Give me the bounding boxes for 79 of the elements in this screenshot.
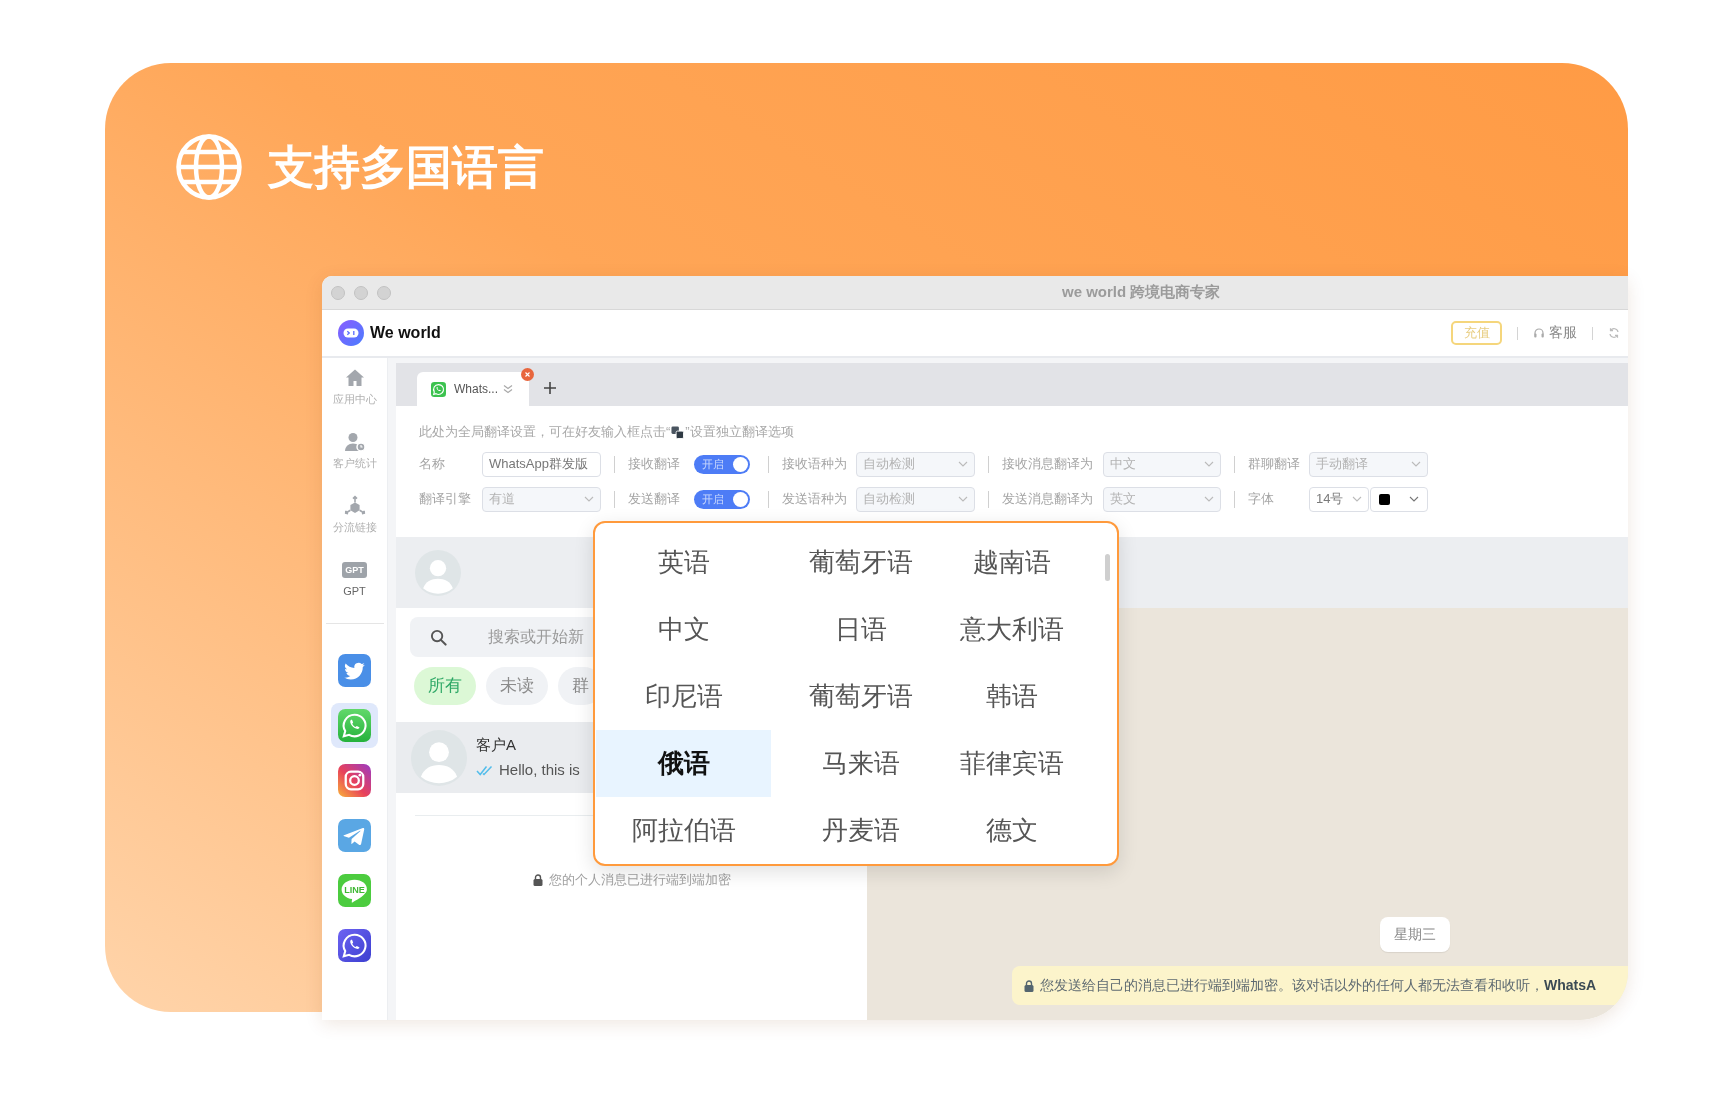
setting-label: 发送翻译 — [628, 490, 680, 508]
language-option[interactable]: 葡萄牙语 — [771, 529, 951, 596]
toggle-switch[interactable]: 开启 — [694, 454, 750, 474]
logo-icon — [338, 320, 364, 346]
lock-icon — [532, 874, 543, 886]
refresh-icon[interactable] — [1608, 327, 1620, 339]
language-option[interactable]: 菲律宾语 — [951, 730, 1073, 797]
language-option[interactable]: 英语 — [596, 529, 771, 596]
chevron-down-icon — [1204, 461, 1214, 467]
setting-label: 字体 — [1248, 490, 1274, 508]
name-input[interactable]: WhatsApp群发版 — [482, 451, 601, 477]
chevron-down-icon — [1409, 496, 1419, 502]
app-name: We world — [370, 324, 441, 342]
chevron-down-icon — [1204, 496, 1214, 502]
chevron-down-icon — [1352, 496, 1362, 502]
phone-chat-icon — [338, 709, 371, 742]
language-option[interactable]: 意大利语 — [951, 596, 1073, 663]
app-button[interactable]: LINE — [331, 868, 378, 913]
color-select[interactable] — [1370, 486, 1428, 512]
language-option[interactable]: 德文 — [951, 797, 1073, 864]
double-chevron-icon[interactable] — [502, 383, 514, 395]
person-icon — [343, 431, 366, 453]
toggle-switch[interactable]: 开启 — [694, 489, 750, 509]
window-button-icon[interactable] — [377, 285, 391, 300]
support-link[interactable]: 客服 — [1533, 324, 1577, 342]
window-title: we world 跨境电商专家 — [1062, 283, 1221, 302]
search-icon — [430, 628, 447, 646]
chat-bubble-icon: LINE — [338, 874, 371, 907]
gpt-icon: GPT — [342, 562, 367, 578]
encryption-note: 您的个人消息已进行端到端加密 — [548, 871, 731, 889]
filter-chip[interactable]: 所有 — [414, 667, 476, 705]
setting-label: 接收翻译 — [628, 455, 680, 473]
paper-plane-icon — [338, 819, 371, 852]
select-field[interactable]: 14号 — [1309, 486, 1369, 512]
node-arrows-icon — [343, 495, 366, 517]
window-button-icon[interactable] — [354, 285, 368, 300]
setting-label: 发送消息翻译为 — [1002, 490, 1093, 508]
hint-text: 此处为全局翻译设置，可在好友输入框点击“ — [419, 423, 671, 441]
phone-chat-icon — [431, 381, 446, 397]
close-icon[interactable] — [521, 368, 534, 381]
setting-label: 名称 — [419, 455, 445, 473]
bird-icon — [338, 654, 371, 687]
language-option[interactable]: 丹麦语 — [771, 797, 951, 864]
message-preview: Hello, this is — [499, 760, 580, 780]
headset-icon — [1533, 327, 1545, 339]
language-option[interactable]: 日语 — [771, 596, 951, 663]
plus-icon[interactable] — [543, 381, 557, 395]
setting-label: 发送语种为 — [782, 490, 847, 508]
language-option[interactable]: 越南语 — [951, 529, 1073, 596]
language-option[interactable]: 马来语 — [771, 730, 951, 797]
window-button-icon[interactable] — [331, 285, 345, 300]
globe-icon — [176, 134, 242, 200]
browser-tab[interactable]: Whats... — [417, 372, 529, 406]
filter-chip[interactable]: 未读 — [486, 667, 548, 705]
chevron-down-icon — [584, 496, 594, 502]
house-icon — [343, 367, 366, 389]
camera-icon — [338, 764, 371, 797]
chevron-down-icon — [1411, 461, 1421, 467]
language-option[interactable]: 俄语 — [596, 730, 771, 797]
setting-label: 接收消息翻译为 — [1002, 455, 1093, 473]
encryption-notice-text: 您发送给自己的消息已进行端到端加密。该对话以外的任何人都无法查看和收听，WhatsA — [1040, 976, 1597, 995]
lock-icon — [1024, 979, 1034, 992]
setting-label: 群聊翻译 — [1248, 455, 1300, 473]
contact-name: 客户A — [476, 735, 517, 755]
overlapping-squares-icon — [671, 425, 685, 439]
scrollbar[interactable] — [1105, 554, 1110, 581]
phone-chat-icon — [338, 929, 371, 962]
language-option[interactable]: 韩语 — [951, 663, 1073, 730]
setting-label: 翻译引擎 — [419, 490, 471, 508]
chevron-down-icon — [958, 461, 968, 467]
date-badge: 星期三 — [1380, 917, 1450, 952]
sidebar-item[interactable]: GPT GPT — [322, 551, 387, 604]
language-option[interactable]: 葡萄牙语 — [771, 663, 951, 730]
language-option[interactable]: 阿拉伯语 — [596, 797, 771, 864]
promo-title: 支持多国语言 — [268, 140, 544, 195]
setting-label: 接收语种为 — [782, 455, 847, 473]
avatar-icon — [411, 729, 467, 786]
chevron-down-icon — [958, 496, 968, 502]
hint-text: ”设置独立翻译选项 — [685, 423, 794, 441]
